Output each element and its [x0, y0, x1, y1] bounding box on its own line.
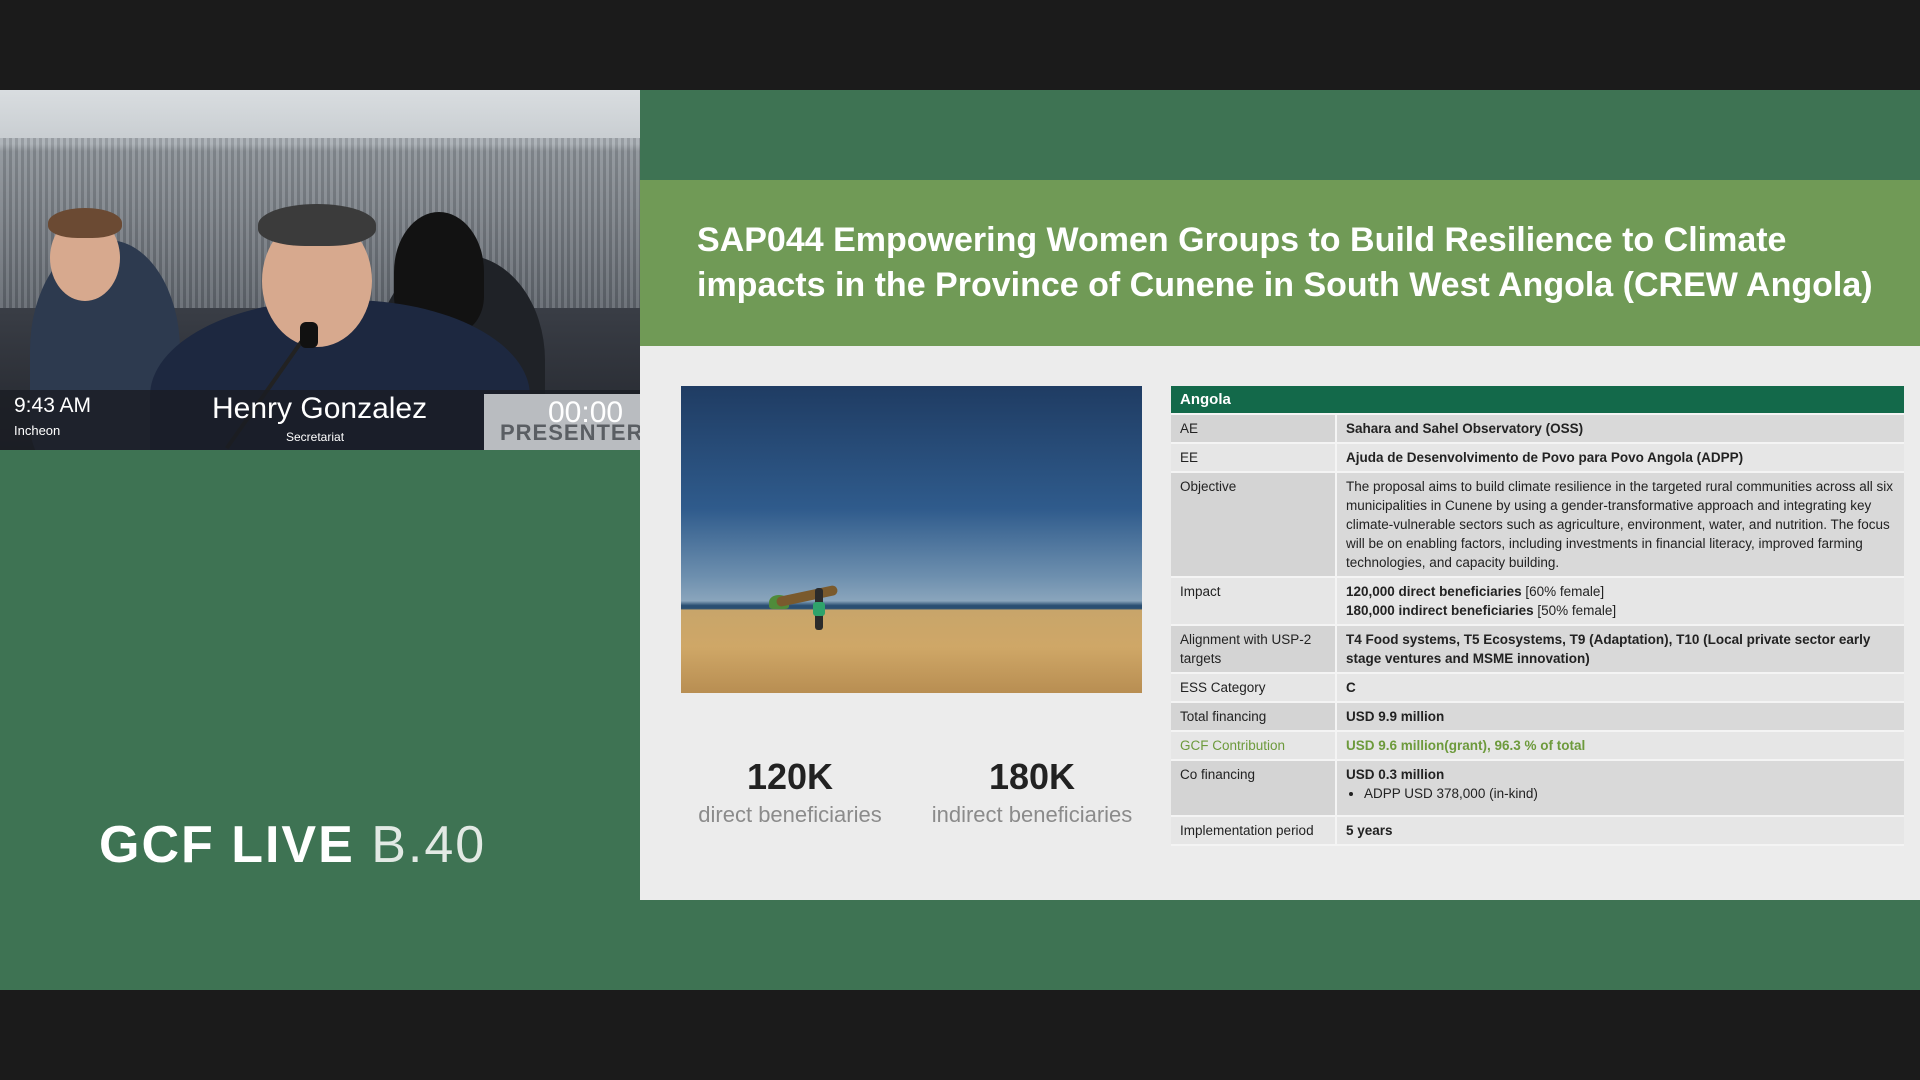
table-header-row: Angola — [1171, 386, 1904, 415]
project-info-table: Angola AE Sahara and Sahel Observatory (… — [1171, 386, 1904, 846]
stat-direct: 120K direct beneficiaries — [680, 756, 900, 828]
table-row-ess: ESS Category C — [1171, 673, 1904, 703]
impact-direct: 120,000 direct beneficiaries — [1346, 584, 1522, 599]
row-key: Objective — [1171, 472, 1337, 578]
co-financing-amount: USD 0.3 million — [1346, 767, 1445, 782]
stat-indirect-value: 180K — [988, 756, 1076, 797]
photo-walking-woman — [813, 588, 825, 630]
row-value: The proposal aims to build climate resil… — [1336, 472, 1904, 578]
row-value: 5 years — [1336, 816, 1904, 846]
co-financing-list: ADPP USD 378,000 (in-kind) — [1346, 784, 1895, 803]
impact-direct-female: [60% female] — [1521, 584, 1605, 599]
location-label: Incheon — [14, 423, 61, 438]
row-key: GCF Contribution — [1171, 731, 1337, 761]
row-key: Total financing — [1171, 702, 1337, 732]
row-value: Ajuda de Desenvolvimento de Povo para Po… — [1336, 443, 1904, 473]
row-value: USD 9.6 million(grant), 96.3 % of total — [1336, 731, 1904, 761]
row-key: Implementation period — [1171, 816, 1337, 846]
table-row-implementation: Implementation period 5 years — [1171, 816, 1904, 846]
attendee-left-hair — [48, 208, 122, 238]
stat-direct-label: direct beneficiaries — [698, 802, 882, 827]
table-row-ae: AE Sahara and Sahel Observatory (OSS) — [1171, 414, 1904, 444]
row-value: C — [1336, 673, 1904, 703]
stat-indirect: 180K indirect beneficiaries — [912, 756, 1152, 828]
co-financing-item: ADPP USD 378,000 (in-kind) — [1364, 784, 1895, 803]
row-key: ESS Category — [1171, 673, 1337, 703]
row-key: Impact — [1171, 577, 1337, 626]
brand-name: GCF LIVE — [99, 816, 355, 874]
row-value: 120,000 direct beneficiaries [60% female… — [1336, 577, 1904, 626]
slide-title: SAP044 Empowering Women Groups to Build … — [697, 221, 1873, 304]
impact-indirect: 180,000 indirect beneficiaries — [1346, 603, 1534, 618]
row-key: AE — [1171, 414, 1337, 444]
speaker-hair — [258, 204, 376, 246]
stat-direct-value: 120K — [746, 756, 834, 797]
table-row-impact: Impact 120,000 direct beneficiaries [60%… — [1171, 577, 1904, 626]
local-time: 9:43 AM — [14, 394, 92, 417]
presentation-slide: SAP044 Empowering Women Groups to Build … — [640, 180, 1920, 900]
row-key: EE — [1171, 443, 1337, 473]
stat-indirect-label: indirect beneficiaries — [931, 802, 1133, 827]
table-row-alignment: Alignment with USP-2 targets T4 Food sys… — [1171, 625, 1904, 674]
row-key: Co financing — [1171, 760, 1337, 817]
table-row-objective: Objective The proposal aims to build cli… — [1171, 472, 1904, 578]
event-brand: GCF LIVE B.40 — [99, 815, 486, 875]
row-value: USD 9.9 million — [1336, 702, 1904, 732]
table-row-co-financing: Co financing USD 0.3 million ADPP USD 37… — [1171, 760, 1904, 817]
impact-indirect-female: [50% female] — [1533, 603, 1617, 618]
project-photo — [681, 386, 1142, 693]
row-value: T4 Food systems, T5 Ecosystems, T9 (Adap… — [1336, 625, 1904, 674]
speaker-name: Henry Gonzalez — [212, 392, 428, 425]
speaking-timer: 00:00 — [548, 396, 624, 429]
row-key: Alignment with USP-2 targets — [1171, 625, 1337, 674]
row-value: Sahara and Sahel Observatory (OSS) — [1336, 414, 1904, 444]
row-value: USD 0.3 million ADPP USD 378,000 (in-kin… — [1336, 760, 1904, 817]
table-row-gcf-contribution: GCF Contribution USD 9.6 million(grant),… — [1171, 731, 1904, 761]
speaker-video-feed[interactable]: 9:43 AM Incheon Henry Gonzalez Secretari… — [0, 90, 640, 450]
brand-session: B.40 — [371, 816, 487, 874]
table-header: Angola — [1171, 386, 1904, 415]
table-row-total-financing: Total financing USD 9.9 million — [1171, 702, 1904, 732]
speaker-role: Secretariat — [286, 430, 345, 444]
photo-wood-bundle — [775, 584, 839, 608]
microphone-head — [300, 322, 318, 348]
table-row-ee: EE Ajuda de Desenvolvimento de Povo para… — [1171, 443, 1904, 473]
slide-header: SAP044 Empowering Women Groups to Build … — [640, 180, 1920, 346]
